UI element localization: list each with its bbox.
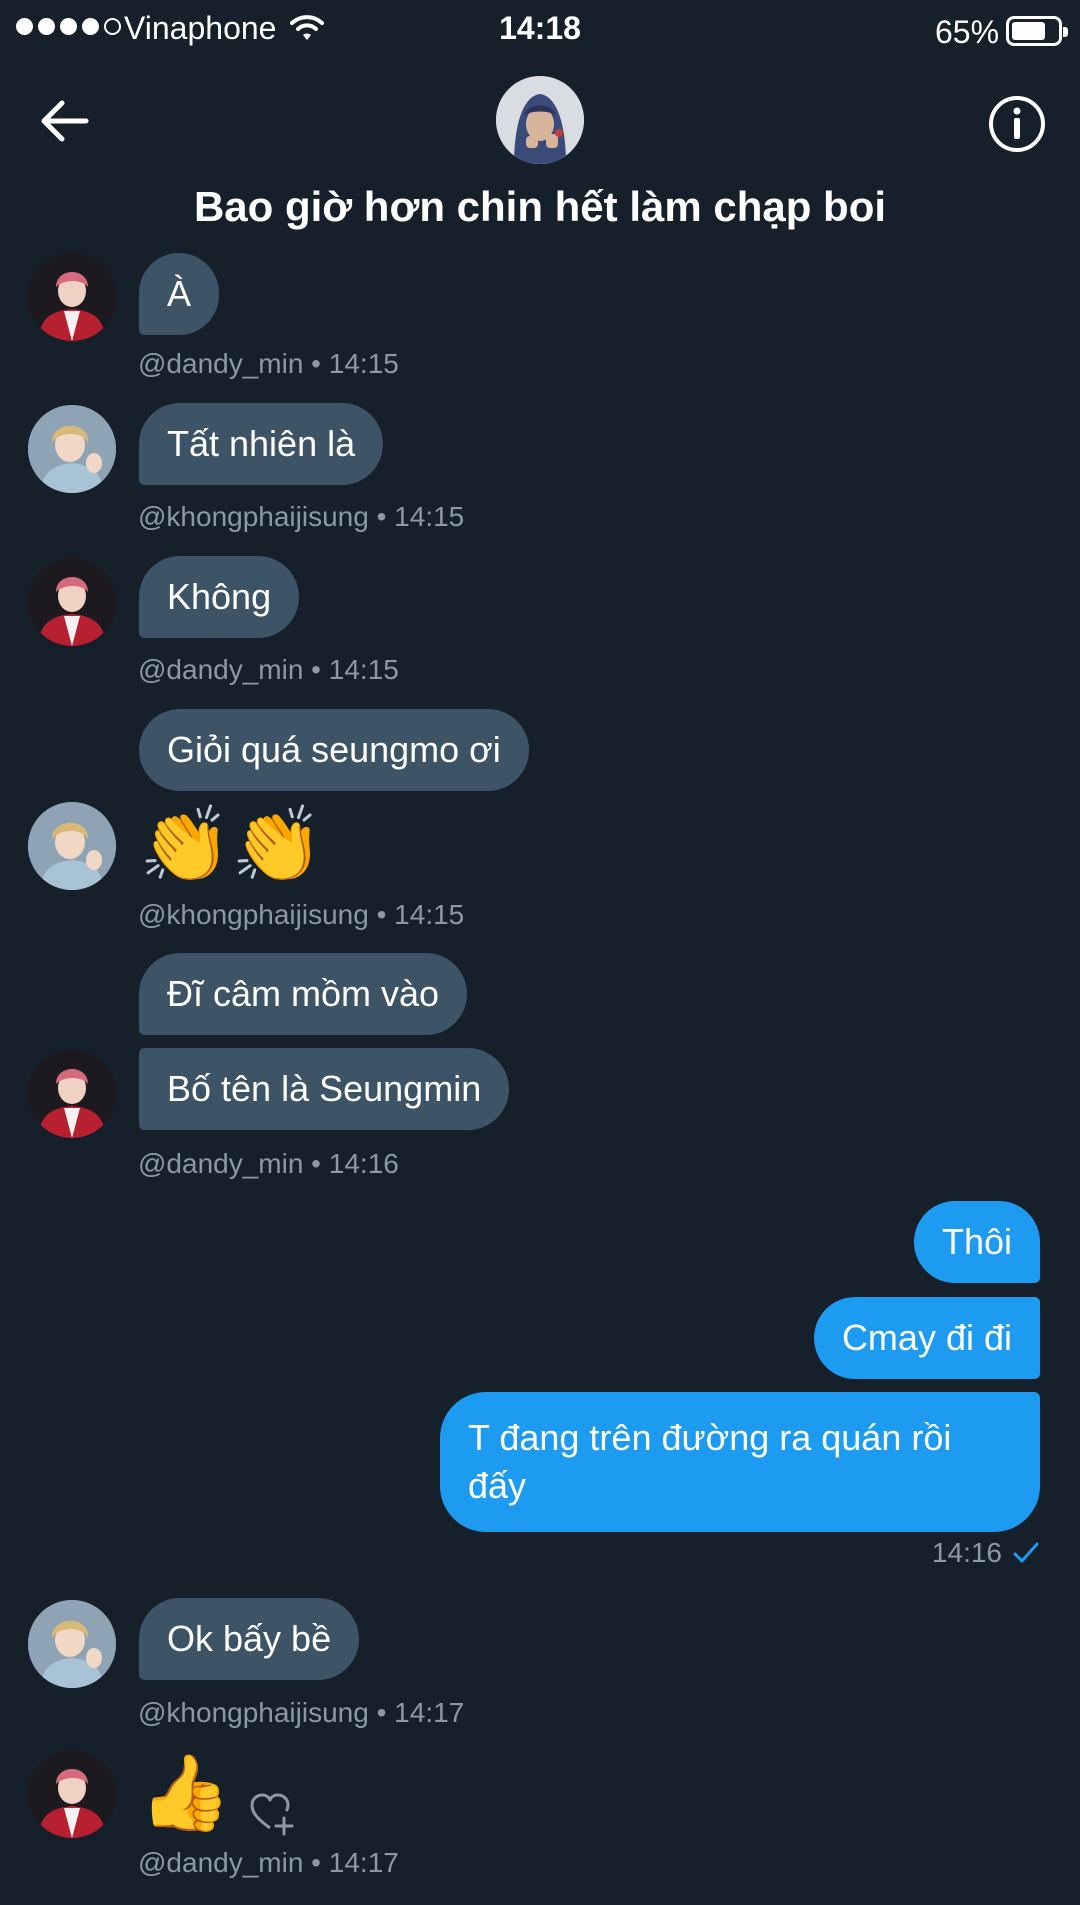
message-meta: @khongphaijisung • 14:15 [138, 899, 465, 930]
message-meta: @dandy_min • 14:17 [138, 1847, 399, 1878]
avatar-dandy-min[interactable] [28, 558, 116, 646]
message-bubble[interactable]: Tất nhiên là [139, 403, 384, 485]
message-meta: @khongphaijisung • 14:15 [138, 501, 465, 532]
arrow-left-icon[interactable] [34, 96, 94, 146]
message-meta: @khongphaijisung • 14:17 [138, 1697, 465, 1728]
avatar-khongphaijisung[interactable] [28, 1600, 116, 1688]
message-meta: @dandy_min • 14:15 [138, 348, 399, 379]
thumbs-up-emoji[interactable]: 👍 [139, 1748, 231, 1838]
avatar-dandy-min[interactable] [28, 1050, 116, 1138]
message-meta: @dandy_min • 14:16 [138, 1148, 399, 1179]
message-bubble[interactable]: Không [139, 556, 300, 638]
conversation-avatar[interactable] [496, 76, 584, 164]
battery-percent: 65% [935, 14, 1000, 50]
message-bubble[interactable]: Bố tên là Seungmin [139, 1048, 510, 1130]
message-bubble[interactable]: Ok bấy bề [139, 1598, 360, 1680]
message-bubble[interactable]: Giỏi quá seungmo ơi [139, 709, 529, 791]
avatar-dandy-min[interactable] [28, 253, 116, 341]
info-circle-icon[interactable] [987, 94, 1047, 154]
avatar-khongphaijisung[interactable] [28, 802, 116, 890]
message-bubble[interactable]: Đĩ câm mồm vào [139, 953, 468, 1035]
outgoing-message-bubble[interactable]: Thôi [913, 1201, 1040, 1283]
status-bar: Vinaphone 14:18 65% [0, 0, 1080, 60]
status-time: 14:18 [499, 10, 581, 46]
message-time: 14:16 [931, 1537, 1002, 1568]
outgoing-message-bubble[interactable]: T đang trên đường ra quán rồi đấy [440, 1392, 1040, 1532]
outgoing-message-bubble[interactable]: Cmay đi đi [813, 1297, 1040, 1379]
outgoing-meta: 14:16 [932, 1537, 1040, 1569]
checkmark-icon [1013, 1542, 1039, 1563]
avatar-dandy-min[interactable] [28, 1750, 116, 1838]
heart-plus-icon[interactable] [248, 1790, 296, 1836]
message-meta: @dandy_min • 14:15 [138, 654, 399, 685]
message-bubble[interactable]: À [139, 253, 220, 335]
clapping-hands-emoji[interactable]: 👏👏 [139, 800, 323, 890]
conversation-title: Bao giờ hơn chin hết làm chạp boi [193, 183, 887, 230]
dm-conversation-screen: Vinaphone 14:18 65% Bao giờ hơn chin hết… [0, 0, 1080, 1905]
avatar-khongphaijisung[interactable] [28, 405, 116, 493]
battery-icon [1006, 16, 1068, 46]
